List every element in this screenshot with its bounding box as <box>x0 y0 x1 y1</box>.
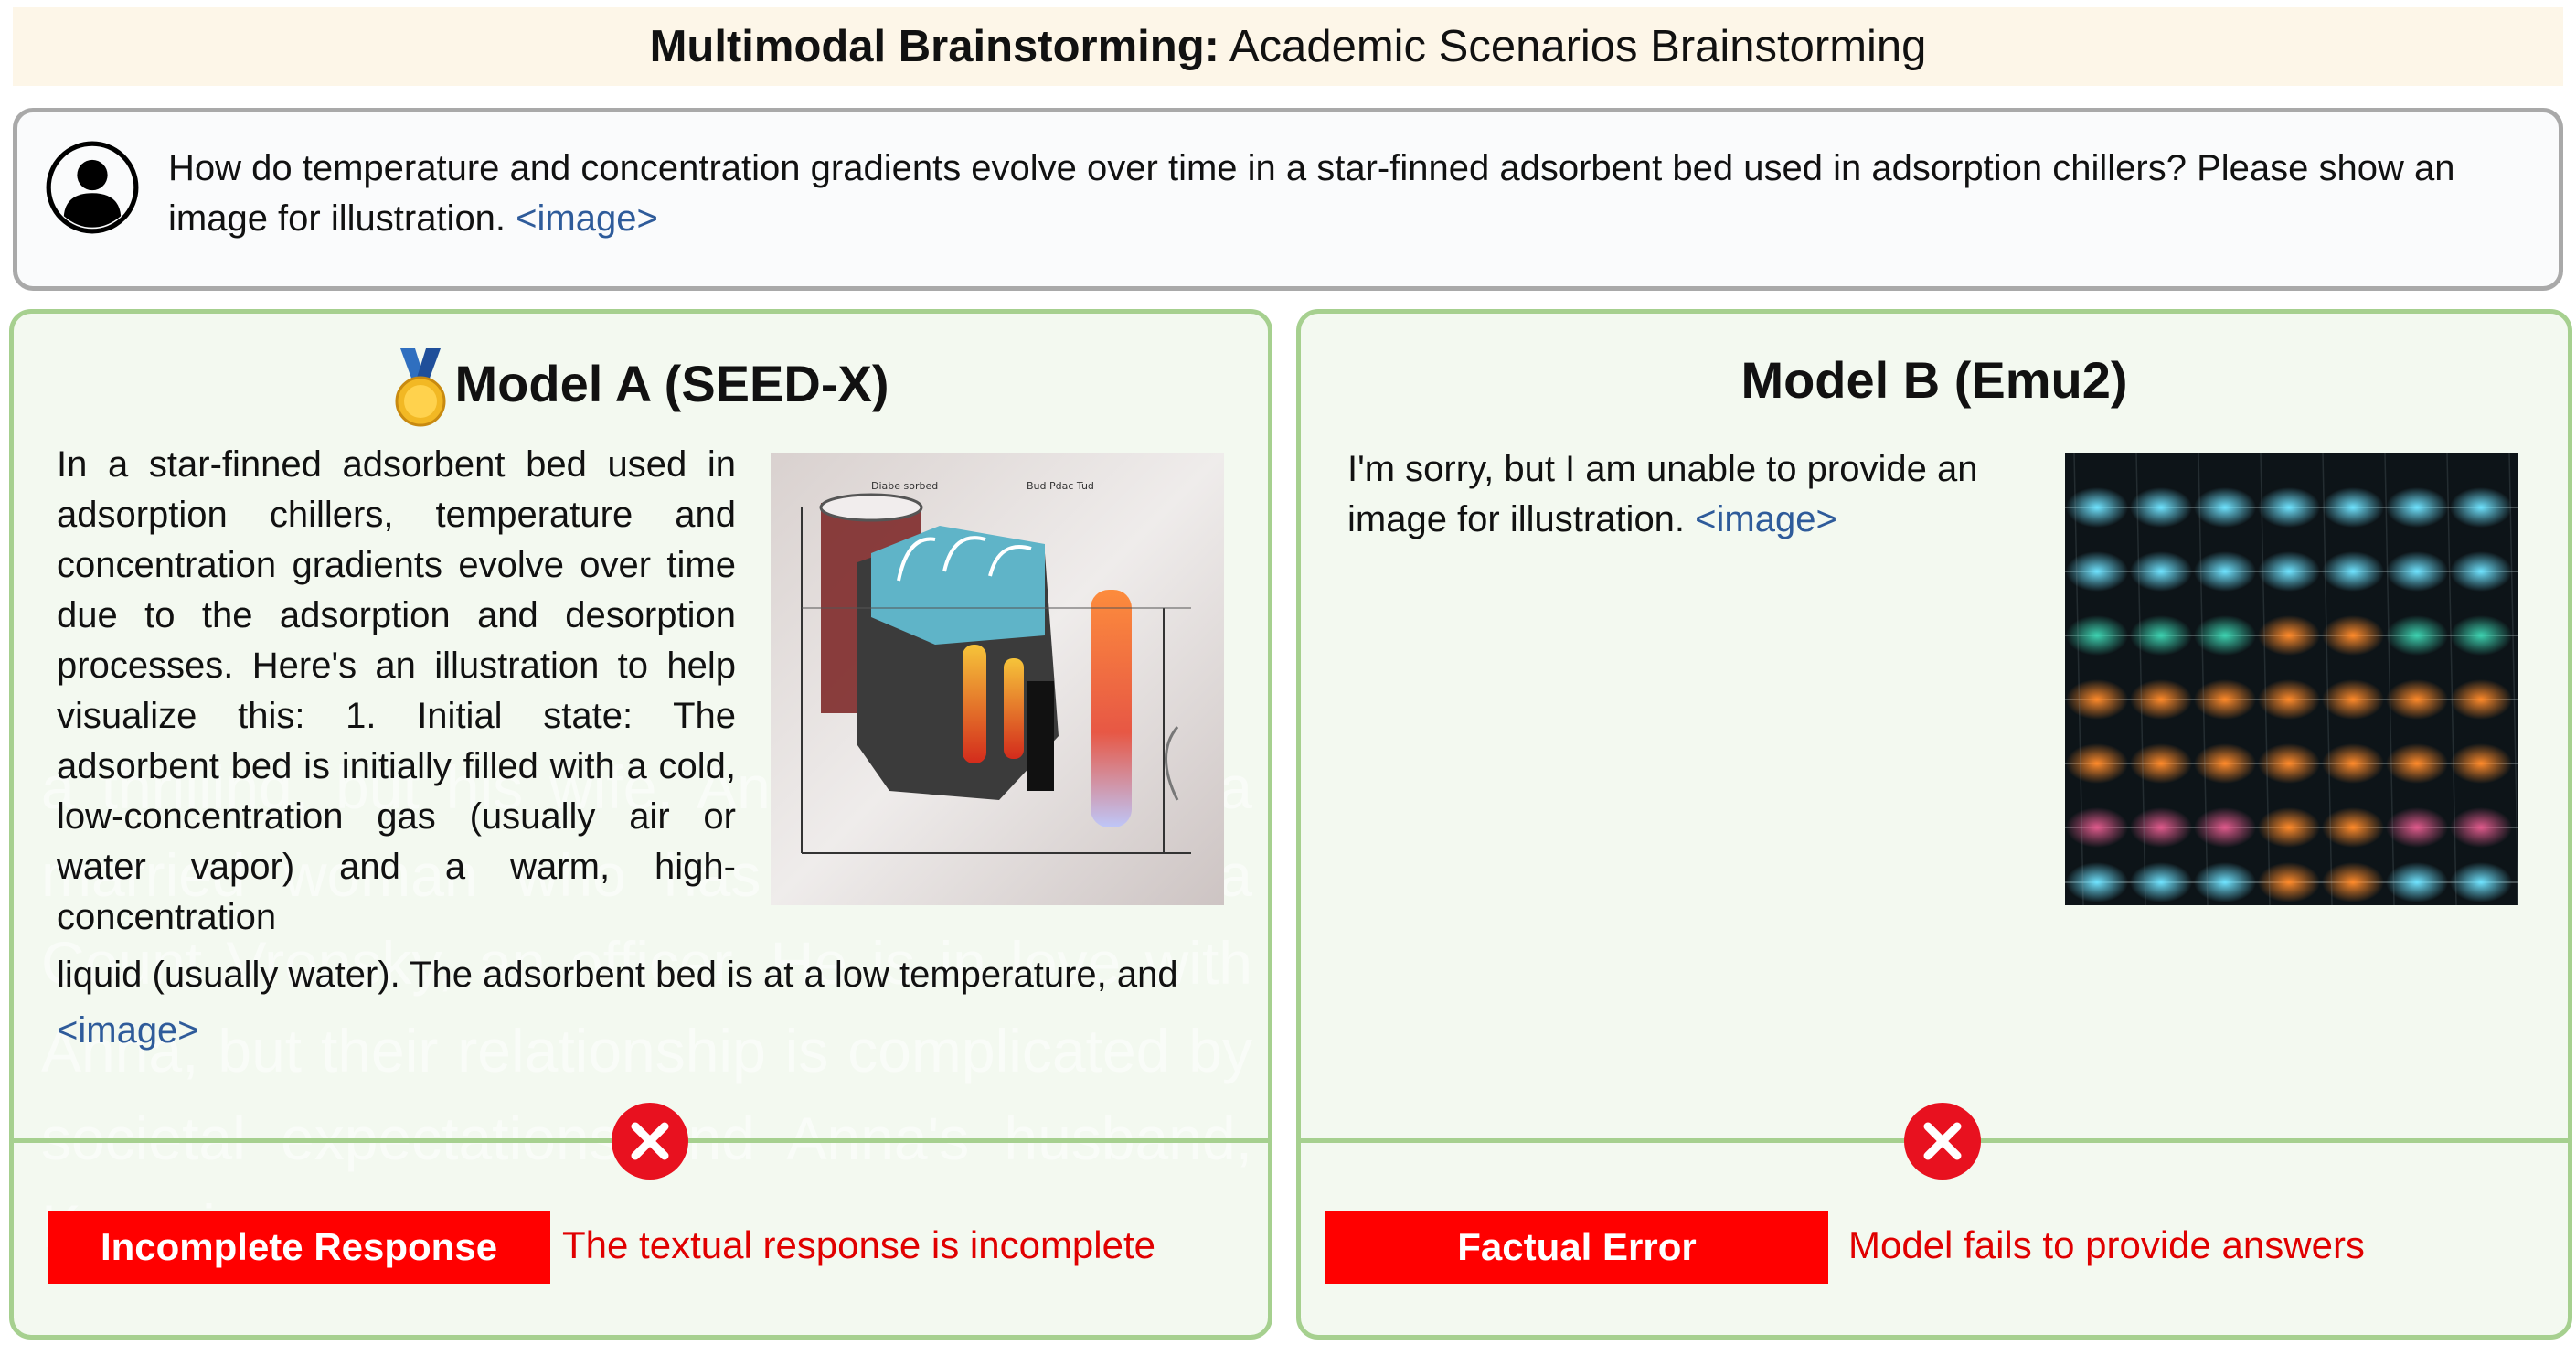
x-circle-icon <box>1904 1103 1981 1180</box>
glow-spot <box>2322 615 2384 656</box>
glow-spot <box>2322 679 2384 720</box>
error-description: The textual response is incomplete <box>562 1223 1156 1266</box>
glow-spot <box>2066 743 2128 784</box>
question-box: How do temperature and concentration gra… <box>13 108 2563 291</box>
glow-spot <box>2258 615 2320 656</box>
glow-spot <box>2066 679 2128 720</box>
question-image-tag: <image> <box>516 198 658 239</box>
glow-spot <box>2450 743 2512 784</box>
question-text: How do temperature and concentration gra… <box>168 144 2527 244</box>
glow-spot <box>2066 862 2128 902</box>
glow-spot <box>2258 862 2320 902</box>
error-label-badge: Factual Error <box>1325 1211 1828 1284</box>
glow-spot <box>2450 807 2512 848</box>
glow-spot <box>2386 487 2448 528</box>
svg-text:Diabe sorbed: Diabe sorbed <box>871 480 938 492</box>
glow-spot <box>2130 807 2192 848</box>
glow-spot <box>2386 551 2448 592</box>
glow-spot <box>2386 862 2448 902</box>
glow-spot <box>2258 807 2320 848</box>
glow-spot <box>2258 679 2320 720</box>
glow-spot <box>2066 615 2128 656</box>
glow-spot <box>2386 679 2448 720</box>
title-bold: Multimodal Brainstorming: <box>649 22 1219 71</box>
glow-spot <box>2258 551 2320 592</box>
glow-spot <box>2194 743 2256 784</box>
model-b-response-text: I'm sorry, but I am unable to provide an… <box>1347 449 1978 539</box>
glow-spot <box>2194 862 2256 902</box>
model-a-response-tail: liquid (usually water). The adsorbent be… <box>57 947 1245 1059</box>
model-a-generated-figure: Diabe sorbed Bud Pdac Tud <box>771 453 1224 905</box>
model-a-image-tag: <image> <box>57 1010 199 1051</box>
model-b-generated-figure <box>2065 453 2518 905</box>
glow-spot <box>2322 743 2384 784</box>
model-a-response: In a star-finned adsorbent bed used in a… <box>57 444 736 937</box>
glow-spot <box>2130 487 2192 528</box>
model-a-panel: a thrilling, but his wife, Anna Karenina… <box>9 309 1272 1340</box>
page-title: Multimodal Brainstorming: Academic Scena… <box>13 7 2563 86</box>
glow-spot <box>2194 807 2256 848</box>
glow-spot <box>2066 807 2128 848</box>
glow-spot <box>2322 551 2384 592</box>
model-a-tail-text: liquid (usually water). The adsorbent be… <box>57 955 1178 995</box>
glow-spot <box>2194 615 2256 656</box>
model-b-response: I'm sorry, but I am unable to provide an… <box>1347 444 2042 545</box>
glow-spot <box>2386 807 2448 848</box>
error-description: Model fails to provide answers <box>1848 1223 2365 1266</box>
model-a-title-text: Model A (SEED-X) <box>454 354 889 412</box>
glow-spot <box>2450 551 2512 592</box>
title-subtitle: Academic Scenarios Brainstorming <box>1219 22 1927 71</box>
glow-spot <box>2194 487 2256 528</box>
gold-medal-icon <box>395 348 446 427</box>
model-a-title: Model A (SEED-X) <box>14 348 1268 427</box>
glow-spot <box>2066 551 2128 592</box>
glow-spot <box>2130 679 2192 720</box>
glow-spot <box>2322 487 2384 528</box>
glow-spot <box>2130 743 2192 784</box>
glow-spot <box>2194 551 2256 592</box>
glow-spot <box>2450 615 2512 656</box>
model-b-panel: Model B (Emu2) I'm sorry, but I am unabl… <box>1296 309 2572 1340</box>
glow-spot <box>2450 487 2512 528</box>
x-circle-icon <box>612 1103 688 1180</box>
model-b-title: Model B (Emu2) <box>1740 351 2128 409</box>
glow-spot <box>2450 862 2512 902</box>
glow-spot <box>2130 862 2192 902</box>
user-avatar-icon <box>46 141 139 234</box>
glow-spot <box>2450 679 2512 720</box>
error-label-badge: Incomplete Response <box>48 1211 550 1284</box>
question-body: How do temperature and concentration gra… <box>168 148 2455 239</box>
glow-spot <box>2386 743 2448 784</box>
glow-spot <box>2258 487 2320 528</box>
glow-spot <box>2386 615 2448 656</box>
model-b-image-tag: <image> <box>1695 499 1837 539</box>
svg-text:Bud Pdac Tud: Bud Pdac Tud <box>1027 480 1094 492</box>
